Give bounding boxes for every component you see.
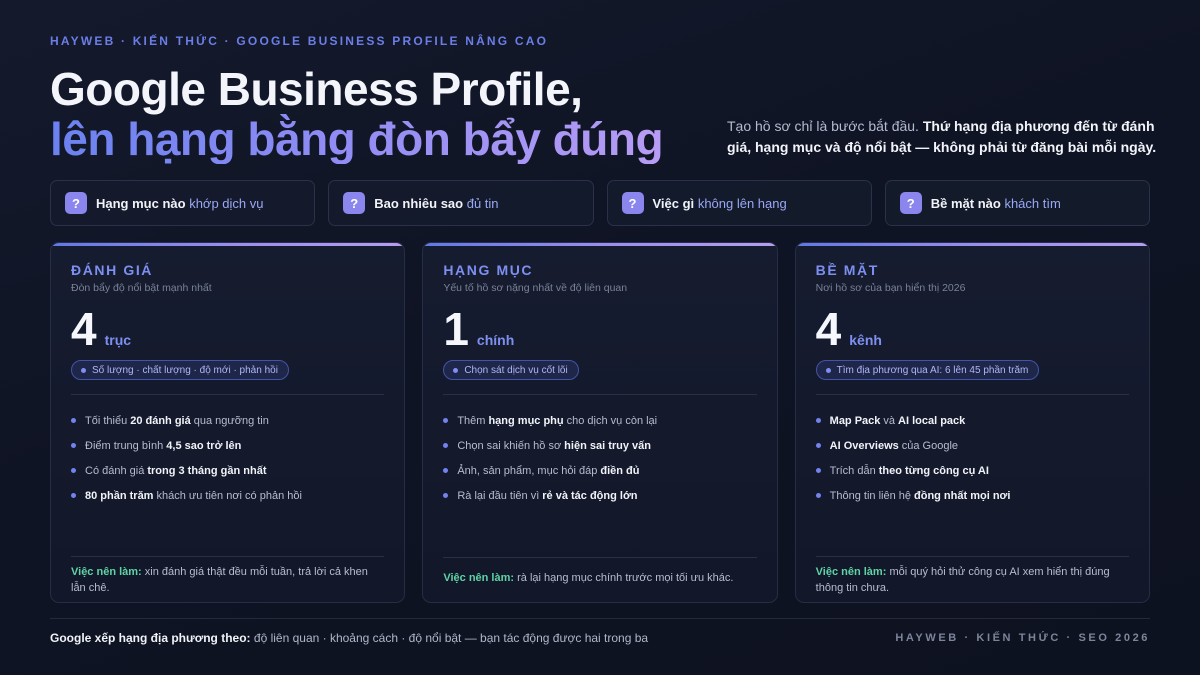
card-pill: Tìm địa phương qua AI: 6 lên 45 phần tră…	[815, 360, 1040, 380]
card-title: BỀ MẶT	[815, 262, 879, 278]
question-text: Việc gì không lên hạng	[652, 195, 787, 211]
footer-brand: HAYWEB · KIẾN THỨC · SEO 2026	[895, 632, 1150, 644]
list-item: Ảnh, sản phẩm, mục hỏi đáp điền đủ	[443, 458, 756, 483]
action-text: rà lại hạng mục chính trước mọi tối ưu k…	[517, 572, 734, 584]
list-item: Chọn sai khiến hồ sơ hiện sai truy vấn	[443, 433, 756, 458]
footer-summary: Google xếp hạng địa phương theo: độ liên…	[50, 631, 648, 645]
card-category: HẠNG MỤC Yếu tố hồ sơ nặng nhất về độ li…	[422, 242, 778, 603]
list-item: Rà lại đầu tiên vì rẻ và tác động lớn	[443, 483, 756, 508]
kicker: HAYWEB · KIẾN THỨC · GOOGLE BUSINESS PRO…	[50, 34, 549, 48]
card-divider	[443, 394, 757, 395]
card-stat: 4 trục	[71, 306, 384, 354]
card-subtitle: Nơi hồ sơ của bạn hiển thị 2026	[815, 282, 966, 294]
pill-dot-icon	[453, 367, 459, 373]
question-card-surface: ? Bề mặt nào khách tìm	[884, 180, 1150, 226]
title-line-1: Google Business Profile,	[50, 63, 583, 115]
card-pill: Chọn sát dịch vụ cốt lõi	[443, 360, 579, 380]
stat-unit: chính	[476, 332, 515, 348]
bullet-dot-icon	[443, 468, 449, 473]
list-item: Điểm trung bình 4,5 sao trở lên	[71, 433, 384, 458]
lever-cards: ĐÁNH GIÁ Đòn bẩy độ nổi bật mạnh nhất 4 …	[50, 242, 1150, 603]
question-text: Hạng mục nào khớp dịch vụ	[96, 195, 264, 211]
card-stat: 1 chính	[443, 306, 756, 354]
card-reviews: ĐÁNH GIÁ Đòn bẩy độ nổi bật mạnh nhất 4 …	[50, 242, 406, 603]
card-bullets: Map Pack và AI local pack AI Overviews của …	[815, 408, 1129, 508]
question-mark-icon: ?	[899, 192, 922, 214]
question-text: Bề mặt nào khách tìm	[930, 195, 1061, 211]
card-action: Việc nên làm: xin đánh giá thật đều mỗi …	[71, 556, 385, 602]
lede: Tạo hồ sơ chỉ là bước bắt đầu. Thứ hạng …	[727, 116, 1157, 158]
footer-divider	[50, 618, 1150, 619]
card-surfaces: BỀ MẶT Nơi hồ sơ của bạn hiển thị 2026 4…	[794, 242, 1150, 603]
bullet-dot-icon	[71, 468, 76, 473]
card-title: ĐÁNH GIÁ	[71, 262, 154, 278]
pill-dot-icon	[81, 367, 86, 373]
bullet-dot-icon	[815, 418, 821, 423]
list-item: Có đánh giá trong 3 tháng gần nhất	[71, 458, 384, 483]
card-action: Việc nên làm: mỗi quý hỏi thử công cụ AI…	[815, 556, 1129, 602]
card-divider	[71, 394, 385, 395]
action-label: Việc nên làm:	[815, 566, 887, 578]
stat-number: 4	[815, 303, 842, 355]
title-line-2: lên hạng bằng đòn bẩy đúng	[50, 113, 664, 165]
card-subtitle: Yếu tố hồ sơ nặng nhất về độ liên quan	[443, 282, 628, 294]
lede-plain: Tạo hồ sơ chỉ là bước bắt đầu.	[727, 118, 919, 134]
card-pill: Số lượng · chất lượng · độ mới · phản hồ…	[71, 360, 289, 380]
list-item: Map Pack và AI local pack	[815, 408, 1129, 433]
footer-summary-label: Google xếp hạng địa phương theo:	[50, 631, 251, 645]
footer-summary-text: độ liên quan · khoảng cách · độ nổi bật …	[253, 631, 649, 645]
bullet-dot-icon	[815, 493, 821, 498]
stat-unit: kênh	[849, 332, 882, 348]
bullet-dot-icon	[71, 418, 76, 423]
question-card-no-rank: ? Việc gì không lên hạng	[606, 180, 872, 226]
list-item: Thông tin liên hệ đồng nhất mọi nơi	[815, 483, 1129, 508]
card-title: HẠNG MỤC	[443, 262, 534, 278]
list-item: AI Overviews của Google	[815, 433, 1129, 458]
card-subtitle: Đòn bẩy độ nổi bật mạnh nhất	[71, 282, 212, 294]
bullet-dot-icon	[443, 493, 449, 498]
bullet-dot-icon	[443, 443, 449, 448]
bullet-dot-icon	[443, 418, 449, 423]
page-title: Google Business Profile, lên hạng bằng đ…	[50, 63, 664, 165]
action-label: Việc nên làm:	[71, 566, 142, 578]
bullet-dot-icon	[815, 443, 821, 448]
stat-number: 1	[443, 303, 469, 355]
question-row: ? Hạng mục nào khớp dịch vụ ? Bao nhiêu …	[50, 180, 1150, 226]
question-card-category: ? Hạng mục nào khớp dịch vụ	[50, 180, 316, 226]
question-mark-icon: ?	[343, 192, 366, 214]
card-action: Việc nên làm: rà lại hạng mục chính trướ…	[443, 557, 757, 602]
question-mark-icon: ?	[621, 192, 644, 214]
card-bullets: Thêm hạng mục phụ cho dịch vụ còn lại Chọn…	[443, 408, 756, 508]
card-divider	[815, 394, 1129, 395]
list-item: 80 phần trăm khách ưu tiên nơi có phản hồ…	[71, 483, 384, 508]
list-item: Trích dẫn theo từng công cụ AI	[815, 458, 1129, 483]
bullet-dot-icon	[71, 493, 76, 498]
question-text: Bao nhiêu sao đủ tin	[374, 195, 499, 211]
bullet-dot-icon	[71, 443, 76, 448]
card-stat: 4 kênh	[816, 306, 1129, 354]
pill-dot-icon	[825, 367, 831, 373]
bullet-dot-icon	[815, 468, 821, 473]
action-label: Việc nên làm:	[443, 572, 515, 584]
question-mark-icon: ?	[65, 192, 87, 214]
stat-unit: trục	[104, 332, 132, 348]
list-item: Thêm hạng mục phụ cho dịch vụ còn lại	[443, 408, 756, 433]
stat-number: 4	[71, 303, 97, 355]
list-item: Tối thiểu 20 đánh giá qua ngưỡng tin	[71, 408, 384, 433]
card-bullets: Tối thiểu 20 đánh giá qua ngưỡng tin Điểm …	[71, 408, 384, 508]
question-card-stars: ? Bao nhiêu sao đủ tin	[328, 180, 594, 226]
